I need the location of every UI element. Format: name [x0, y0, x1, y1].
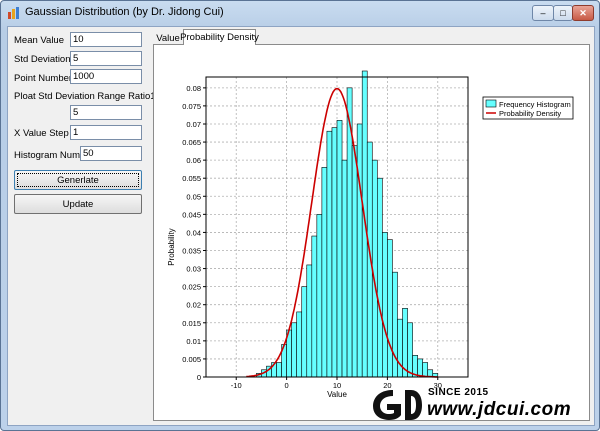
points-label: Point Number: [14, 73, 73, 84]
histogram-bar: [336, 120, 343, 378]
y-tick-label: 0.01: [186, 337, 201, 346]
histogram-bar: [387, 239, 393, 378]
y-tick-label: 0.07: [186, 120, 201, 129]
y-tick-label: 0.045: [182, 210, 201, 219]
watermark-since: SINCE 2015: [428, 387, 489, 398]
xstep-input[interactable]: [70, 125, 142, 140]
y-tick-label: 0.005: [182, 355, 201, 364]
histogram-bar: [422, 362, 428, 378]
histogram-bar: [291, 322, 297, 378]
histogram-bar: [331, 127, 338, 378]
histogram-bar: [392, 271, 398, 378]
chart-panel: 0 0.005 0.01 0.015 0.02 0.025 0.03 0.035 0.04 0.0…: [153, 44, 590, 421]
histogram-bar: [417, 358, 423, 378]
histogram-bar: [316, 214, 323, 378]
client-area: Mean Value Std Deviation Point Number Pl…: [7, 26, 595, 426]
window-title: Gaussian Distribution (by Dr. Jidong Cui…: [25, 6, 224, 18]
histogram-bar: [296, 311, 303, 378]
app-icon: [8, 7, 19, 19]
histogram-input[interactable]: [80, 146, 142, 161]
minimize-icon: –: [540, 8, 546, 18]
generate-button[interactable]: Generlate: [14, 170, 142, 190]
histogram-bar: [351, 145, 358, 378]
y-tick-label: 0.08: [186, 84, 201, 93]
histogram-bar: [311, 235, 318, 378]
x-axis-label: Value: [327, 390, 347, 399]
x-tick-label: -10: [231, 381, 242, 390]
histogram-bar: [402, 308, 408, 378]
points-input[interactable]: [70, 69, 142, 84]
legend-swatch-histogram: [485, 99, 497, 108]
y-tick-label: 0.06: [186, 156, 201, 165]
jdcui-logo-icon: [373, 390, 422, 420]
histogram-bar: [306, 264, 313, 378]
histogram-bar: [301, 286, 308, 378]
histogram-bar: [397, 318, 403, 378]
y-tick-label: 0.05: [186, 192, 201, 201]
maximize-icon: □: [560, 8, 566, 18]
mean-input[interactable]: [70, 32, 142, 47]
xstep-label: X Value Step: [14, 128, 69, 139]
watermark-site: www.jdcui.com: [427, 399, 572, 420]
probability-chart: 0 0.005 0.01 0.015 0.02 0.025 0.03 0.035 0.04 0.0…: [167, 70, 574, 399]
close-button[interactable]: ✕: [572, 5, 594, 21]
legend-label-density: Probability Density: [499, 109, 561, 118]
y-tick-label: 0.035: [182, 246, 201, 255]
histogram-bar: [321, 167, 328, 378]
histogram-bar: [341, 159, 348, 378]
y-tick-label: 0.015: [182, 319, 201, 328]
y-tick-label: 0.075: [182, 102, 201, 111]
histogram-bar: [377, 177, 383, 378]
title-bar[interactable]: Gaussian Distribution (by Dr. Jidong Cui…: [1, 1, 599, 25]
maximize-button[interactable]: □: [553, 5, 573, 21]
std-label: Std Deviation: [14, 54, 71, 65]
y-tick-label: 0.02: [186, 301, 201, 310]
y-axis-label: Probability: [167, 228, 176, 265]
tab-value[interactable]: Value: [153, 31, 183, 45]
ratio-input[interactable]: [70, 105, 142, 120]
y-tick-label: 0.065: [182, 138, 201, 147]
histogram-bar: [326, 130, 333, 378]
histogram-bar: [407, 322, 413, 378]
update-button[interactable]: Update: [14, 194, 142, 214]
histogram-bar: [382, 232, 388, 378]
y-tick-label: 0.03: [186, 265, 201, 274]
app-window: Gaussian Distribution (by Dr. Jidong Cui…: [0, 0, 600, 431]
minimize-button[interactable]: –: [532, 5, 554, 21]
histogram-bar: [356, 123, 363, 378]
ratio-label: Ploat Std Deviation Range Ratio1: [14, 91, 156, 102]
std-input[interactable]: [70, 51, 142, 66]
x-tick-label: 0: [285, 381, 289, 390]
y-tick-label: 0.04: [186, 228, 201, 237]
y-tick-label: 0: [197, 373, 201, 382]
y-tick-label: 0.055: [182, 174, 201, 183]
tab-probability-density[interactable]: Probability Density: [180, 29, 259, 45]
y-tick-label: 0.025: [182, 283, 201, 292]
close-icon: ✕: [579, 7, 587, 18]
mean-label: Mean Value: [14, 35, 64, 46]
legend-label-histogram: Frequency Histogram: [499, 100, 571, 109]
histogram-bar: [276, 362, 282, 378]
x-tick-label: 10: [333, 381, 341, 390]
